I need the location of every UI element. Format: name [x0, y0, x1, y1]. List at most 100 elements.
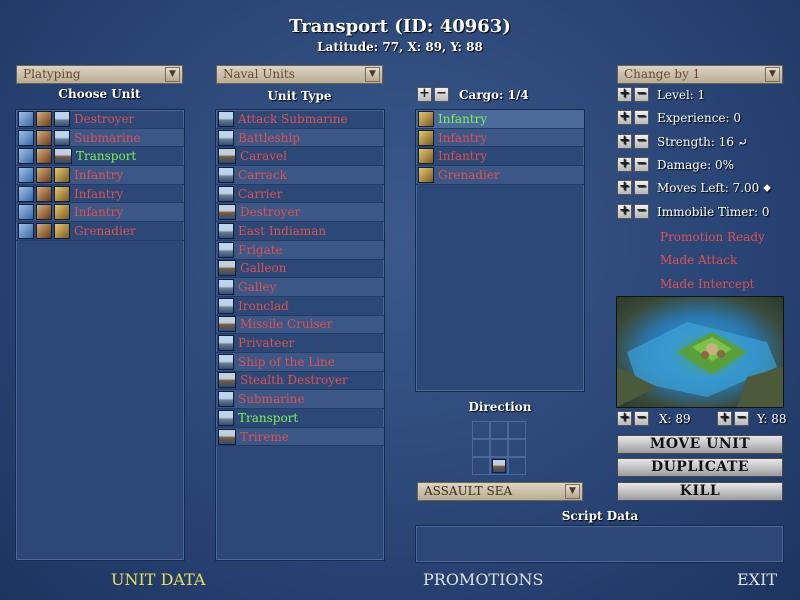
unit-type-label: Submarine	[238, 392, 305, 407]
kill-button[interactable]: KILL	[617, 482, 783, 501]
experience-minus-button[interactable]: −	[634, 110, 649, 125]
unit-type-item[interactable]: Trireme	[216, 427, 384, 447]
unit-type-item[interactable]: Stealth Destroyer	[216, 372, 384, 391]
x-minus-button[interactable]: −	[634, 411, 649, 426]
unit-type-label: Trireme	[240, 429, 289, 444]
player-icon	[18, 204, 34, 221]
player-icon	[18, 148, 34, 165]
promotion-ready-toggle[interactable]: Promotion Ready	[660, 230, 765, 244]
y-plus-button[interactable]: +	[717, 411, 732, 426]
unit-type-list[interactable]: Attack Submarine Battleship Caravel Carrack…	[215, 109, 385, 561]
player-icon	[18, 166, 34, 183]
strength-label: Strength: 16	[657, 134, 734, 149]
unit-type-label: Destroyer	[240, 205, 301, 220]
duplicate-button[interactable]: DUPLICATE	[617, 458, 783, 477]
cargo-item[interactable]: Infantry	[416, 147, 584, 167]
damage-plus-button[interactable]: +	[617, 157, 632, 172]
unit-list-item[interactable]: Grenadier	[16, 222, 184, 241]
unit-list-item[interactable]: Infantry	[16, 166, 184, 185]
immobile-plus-button[interactable]: +	[617, 204, 632, 219]
x-coordinate-label: X: 89	[659, 411, 691, 426]
unit-type-item[interactable]: Battleship	[216, 128, 384, 148]
unit-type-item[interactable]: East Indiaman	[216, 222, 384, 241]
unit-list-item[interactable]: Infantry	[16, 185, 184, 204]
unit-icon	[54, 204, 70, 221]
x-plus-button[interactable]: +	[617, 411, 632, 426]
unit-type-item[interactable]: Caravel	[216, 147, 384, 167]
unit-type-item[interactable]: Carrack	[216, 166, 384, 185]
unit-category-dropdown[interactable]: Naval Units ▼	[216, 65, 383, 84]
leader-icon	[36, 129, 52, 146]
leader-icon	[36, 204, 52, 221]
player-icon	[18, 129, 34, 146]
tab-unit-data[interactable]: UNIT DATA	[111, 570, 205, 589]
unit-type-label: Ironclad	[238, 298, 289, 313]
direction-grid[interactable]	[472, 421, 526, 475]
cargo-list[interactable]: Infantry Infantry Infantry Grenadier	[415, 109, 585, 392]
unit-type-label: Ship of the Line	[238, 354, 335, 369]
chevron-down-icon: ▼	[165, 67, 180, 82]
strength-icon: ⤾	[737, 134, 749, 149]
ship-icon	[218, 428, 236, 445]
unit-list[interactable]: Destroyer Submarine Transport Infantry Infan…	[15, 109, 185, 561]
exit-button[interactable]: EXIT	[737, 570, 777, 589]
choose-unit-header: Choose Unit	[58, 87, 141, 101]
unit-type-item[interactable]: Transport	[216, 409, 384, 428]
unit-type-item[interactable]: Frigate	[216, 240, 384, 260]
unit-icon	[54, 222, 70, 239]
unit-list-item[interactable]: Transport	[16, 147, 184, 167]
moves-minus-button[interactable]: −	[634, 180, 649, 195]
direction-mode-dropdown[interactable]: ASSAULT SEA ▼	[417, 482, 583, 501]
unit-type-item[interactable]: Galley	[216, 278, 384, 297]
unit-type-item[interactable]: Galleon	[216, 260, 384, 279]
player-icon	[18, 185, 34, 202]
strength-minus-button[interactable]: −	[634, 134, 649, 149]
cargo-item-label: Grenadier	[438, 167, 500, 182]
unit-list-item[interactable]: Submarine	[16, 128, 184, 148]
made-intercept-toggle[interactable]: Made Intercept	[660, 277, 755, 291]
unit-type-item[interactable]: Missile Cruiser	[216, 315, 384, 335]
infantry-icon	[418, 129, 434, 146]
level-stat: + − Level: 1	[617, 87, 705, 102]
player-dropdown[interactable]: Platyping ▼	[16, 65, 183, 84]
infantry-icon	[418, 166, 434, 183]
made-attack-toggle[interactable]: Made Attack	[660, 253, 737, 267]
ship-icon	[218, 391, 234, 408]
unit-list-item[interactable]: Destroyer	[16, 110, 184, 129]
unit-type-item[interactable]: Attack Submarine	[216, 110, 384, 129]
cargo-item[interactable]: Infantry	[416, 128, 584, 148]
unit-list-item-label: Submarine	[74, 130, 141, 145]
unit-type-item[interactable]: Submarine	[216, 390, 384, 409]
immobile-minus-button[interactable]: −	[634, 204, 649, 219]
ship-icon	[218, 185, 234, 202]
ship-icon	[218, 241, 234, 258]
tab-promotions[interactable]: PROMOTIONS	[423, 570, 544, 589]
strength-plus-button[interactable]: +	[617, 134, 632, 149]
level-minus-button[interactable]: −	[634, 87, 649, 102]
cargo-plus-button[interactable]: +	[417, 87, 432, 102]
unit-type-item[interactable]: Ship of the Line	[216, 352, 384, 372]
cargo-item[interactable]: Infantry	[416, 110, 584, 129]
change-amount-dropdown[interactable]: Change by 1 ▼	[617, 65, 783, 84]
unit-list-item[interactable]: Infantry	[16, 203, 184, 223]
cargo-minus-button[interactable]: −	[434, 87, 449, 102]
move-unit-button[interactable]: MOVE UNIT	[617, 435, 783, 454]
unit-icon	[54, 166, 70, 183]
unit-type-item[interactable]: Destroyer	[216, 203, 384, 223]
y-minus-button[interactable]: −	[734, 411, 749, 426]
unit-type-item[interactable]: Ironclad	[216, 297, 384, 316]
experience-plus-button[interactable]: +	[617, 110, 632, 125]
moves-plus-button[interactable]: +	[617, 180, 632, 195]
leader-icon	[36, 222, 52, 239]
x-coordinate-control: + − X: 89	[617, 411, 691, 426]
unit-icon	[54, 129, 70, 146]
unit-type-item[interactable]: Carrier	[216, 185, 384, 204]
unit-list-item-label: Infantry	[74, 205, 124, 220]
cargo-item[interactable]: Grenadier	[416, 166, 584, 185]
damage-minus-button[interactable]: −	[634, 157, 649, 172]
direction-mode-value: ASSAULT SEA	[424, 484, 513, 498]
unit-type-item[interactable]: Privateer	[216, 334, 384, 353]
leader-icon	[36, 148, 52, 165]
level-plus-button[interactable]: +	[617, 87, 632, 102]
script-data-field[interactable]	[415, 525, 784, 563]
